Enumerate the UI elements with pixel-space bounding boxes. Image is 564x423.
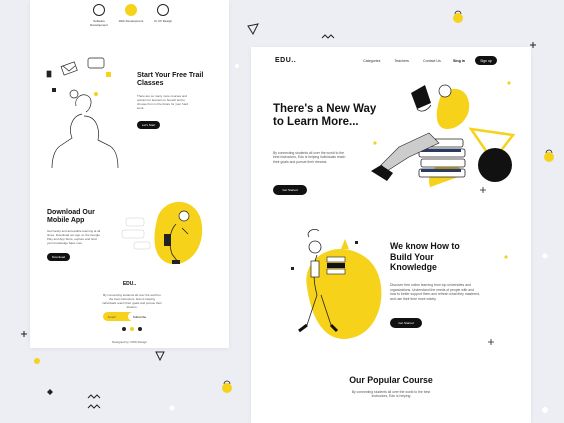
page-decorations <box>373 81 511 345</box>
mobile-page-preview: Software Development Web Development UI … <box>30 0 229 348</box>
zigzag-icon <box>87 404 101 409</box>
instagram-icon[interactable] <box>138 327 142 331</box>
phone-illustration <box>121 201 203 265</box>
trial-start-button[interactable]: Let's Start <box>137 121 160 129</box>
app-download-button[interactable]: Download <box>47 253 70 261</box>
padlock-icon <box>453 10 463 23</box>
feature-web[interactable]: Web Development <box>116 0 146 23</box>
app-title: Download Our Mobile App <box>47 209 95 224</box>
trial-title: Start Your Free Trail Classes <box>137 72 204 87</box>
trial-text: There are so many more courses and optio… <box>137 94 189 110</box>
triangle-outline-icon <box>155 351 165 362</box>
code-icon <box>93 4 105 16</box>
desktop-page-preview: EDU.. Categories Teachers Contact Us Sin… <box>251 47 531 423</box>
triangle-outline-icon <box>247 23 259 36</box>
footer-text: By connecting students all over the worl… <box>102 293 162 309</box>
twitter-icon[interactable] <box>130 327 134 331</box>
dot-icon <box>34 358 40 364</box>
subscribe-form: Email Subscribe <box>103 312 151 321</box>
keyhole-icon <box>47 389 53 399</box>
email-input[interactable]: Email <box>108 315 116 319</box>
social-icons <box>122 327 142 331</box>
feature-label: Web Development <box>118 19 144 23</box>
plus-icon <box>21 331 27 337</box>
dot-icon <box>235 64 239 68</box>
feature-label: UI UX Design <box>153 19 173 23</box>
dot-icon <box>169 405 175 411</box>
feature-strip: Software Development Web Development UI … <box>84 0 194 30</box>
facebook-icon[interactable] <box>122 327 126 331</box>
web-icon <box>125 4 137 16</box>
footer-logo: EDU.. <box>122 281 137 287</box>
copyright: Designed by UIXD Design <box>112 340 147 344</box>
zigzag-icon <box>321 34 335 39</box>
design-icon <box>157 4 169 16</box>
dot-icon <box>542 253 548 259</box>
padlock-icon <box>544 149 554 162</box>
feature-label: Software Development <box>90 19 108 27</box>
feature-design[interactable]: UI UX Design <box>148 0 178 23</box>
feature-software[interactable]: Software Development <box>84 0 114 27</box>
padlock-icon <box>222 380 232 393</box>
zigzag-icon <box>87 394 101 399</box>
app-text: Get handy and accessible learning at all… <box>47 229 101 245</box>
subscribe-button[interactable]: Subscribe <box>128 312 151 321</box>
student-illustration <box>46 57 119 169</box>
dot-icon <box>542 407 548 413</box>
